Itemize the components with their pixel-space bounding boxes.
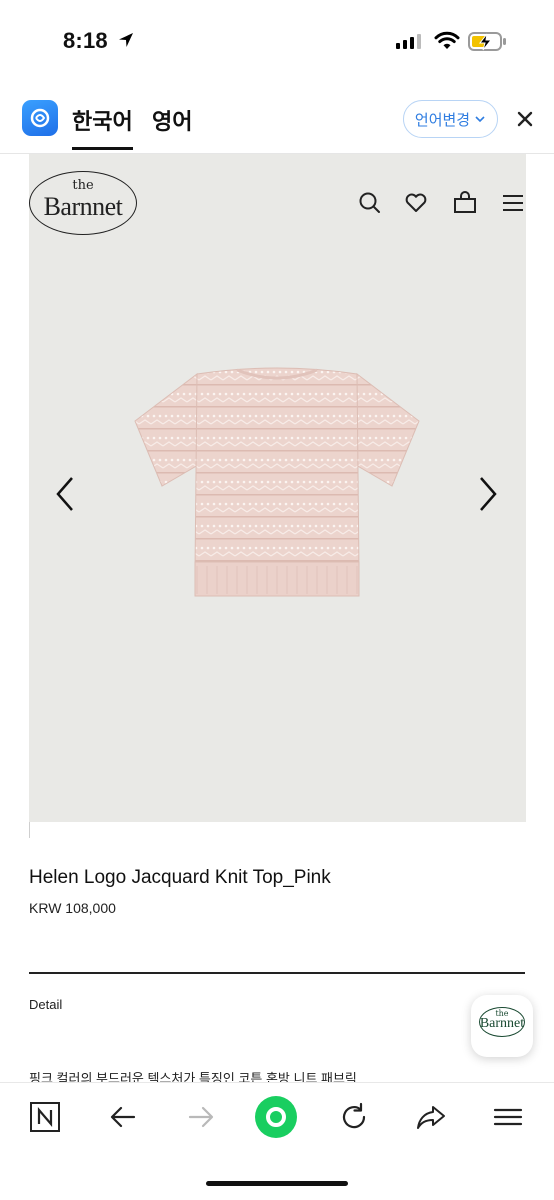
change-language-label: 언어변경 xyxy=(414,111,471,129)
papago-icon[interactable] xyxy=(22,100,58,136)
share-icon[interactable] xyxy=(414,1100,448,1134)
section-divider xyxy=(29,972,525,974)
logo-name: Barnnet xyxy=(43,192,123,221)
status-time: 8:18 xyxy=(63,28,108,53)
product-price: KRW 108,000 xyxy=(29,900,116,916)
browser-toolbar xyxy=(0,1082,554,1200)
battery-charging-icon xyxy=(468,32,506,51)
status-bar: 8:18 xyxy=(0,0,554,86)
heart-icon[interactable] xyxy=(403,190,429,216)
back-icon[interactable] xyxy=(106,1100,140,1134)
translation-bar: 한국어 영어 언어변경 xyxy=(0,86,554,154)
float-logo-name: Barnnet xyxy=(479,1016,525,1031)
tab-korean[interactable]: 한국어 xyxy=(72,104,133,150)
close-icon[interactable] xyxy=(512,106,538,132)
home-indicator[interactable] xyxy=(206,1181,348,1186)
search-icon[interactable] xyxy=(357,190,383,216)
product-gallery: the Barnnet xyxy=(29,154,526,822)
naver-icon[interactable] xyxy=(28,1100,62,1134)
previous-image-arrow[interactable] xyxy=(54,474,78,514)
home-icon[interactable] xyxy=(254,1095,298,1139)
location-arrow-icon xyxy=(119,33,133,47)
product-image xyxy=(134,367,420,597)
detail-heading[interactable]: Detail xyxy=(29,997,62,1012)
detail-description: 핑크 컬러의 부드러운 텍스처가 특징인 코튼 혼방 니트 패브릭 xyxy=(29,1071,357,1082)
logo-the: the xyxy=(72,178,94,193)
next-image-arrow[interactable] xyxy=(475,474,499,514)
forward-icon[interactable] xyxy=(184,1100,218,1134)
browser-menu-icon[interactable] xyxy=(491,1100,525,1134)
cellular-signal-icon xyxy=(396,34,421,49)
change-language-button[interactable]: 언어변경 xyxy=(403,100,498,138)
reload-icon[interactable] xyxy=(337,1100,371,1134)
chevron-down-icon xyxy=(475,116,485,123)
product-title: Helen Logo Jacquard Knit Top_Pink xyxy=(29,867,331,888)
bag-icon[interactable] xyxy=(452,190,478,216)
wifi-icon xyxy=(434,31,460,49)
brand-logo[interactable]: the Barnnet xyxy=(29,171,137,235)
tab-english[interactable]: 영어 xyxy=(152,104,192,136)
floating-brand-button[interactable]: the Barnnet xyxy=(471,995,533,1057)
menu-icon[interactable] xyxy=(500,190,526,216)
